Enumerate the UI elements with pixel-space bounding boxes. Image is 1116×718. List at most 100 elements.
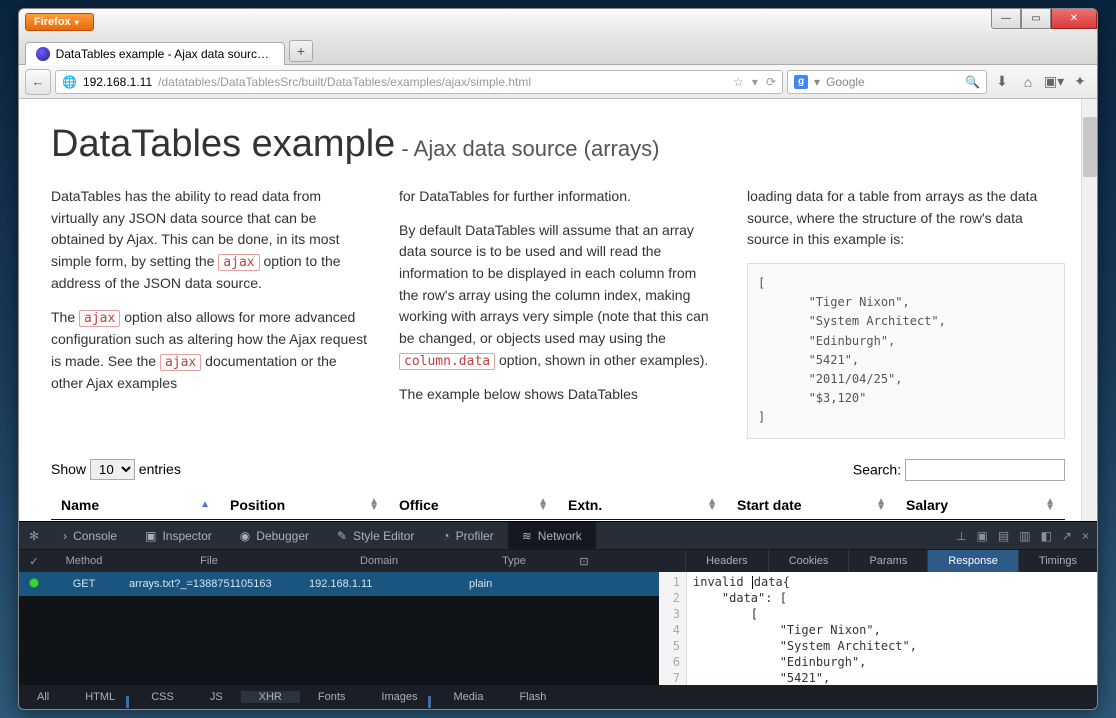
minimize-button[interactable]: — [991,9,1021,29]
code-column-data: column.data [399,353,495,370]
page-content: DataTables example - Ajax data source (a… [19,99,1097,521]
th-extn[interactable]: Extn.▲▼ [558,497,727,513]
devtools-icon[interactable]: ▤ [998,529,1009,543]
search-submit-icon[interactable]: 🔍 [965,75,980,89]
col-domain[interactable]: Domain [299,555,459,567]
col-file[interactable]: File [119,555,299,567]
devtools-popout-icon[interactable]: ↗ [1062,529,1072,543]
filter-fonts[interactable]: Fonts [300,691,364,703]
page-scrollbar[interactable] [1081,99,1097,521]
url-path: /datatables/DataTablesSrc/built/DataTabl… [158,75,531,89]
length-select[interactable]: 10 [90,459,135,480]
length-control: Show 10 entries [51,459,181,480]
table-header: Name▲ Position▲▼ Office▲▼ Extn.▲▼ Start … [51,491,1065,520]
devtools-tab-profiler[interactable]: ◔Profiler [428,522,507,550]
detail-tab-cookies[interactable]: Cookies [768,550,849,572]
reload-icon[interactable]: ⟳ [766,75,776,89]
addon-icon[interactable]: ✦ [1069,71,1091,93]
tab-favicon-icon [36,47,50,61]
devtools-close-icon[interactable]: × [1082,529,1089,543]
request-method: GET [49,578,119,590]
maximize-button[interactable]: ▭ [1021,9,1051,29]
console-icon: › [63,529,67,543]
window-controls: — ▭ ✕ [991,9,1097,29]
filter-xhr[interactable]: XHR [241,691,300,703]
browser-window: Firefox — ▭ ✕ DataTables example - Ajax … [18,8,1098,710]
th-position[interactable]: Position▲▼ [220,497,389,513]
code-ajax: ajax [79,310,120,327]
code-ajax: ajax [160,354,201,371]
detail-tab-params[interactable]: Params [848,550,927,572]
new-tab-button[interactable]: + [289,40,313,62]
dropdown-icon[interactable]: ▾ [752,75,758,89]
window-titlebar: Firefox — ▭ ✕ [19,9,1097,35]
firefox-menu-button[interactable]: Firefox [25,13,94,31]
text-column-1: DataTables has the ability to read data … [51,186,369,439]
devtools-icon[interactable]: ▣ [977,529,988,543]
filter-html[interactable]: HTML [67,691,133,703]
filter-media[interactable]: Media [435,691,501,703]
browser-tab[interactable]: DataTables example - Ajax data source (.… [25,42,285,65]
filter-js[interactable]: JS [192,691,241,703]
devtools-tab-console[interactable]: ›Console [49,522,131,550]
tab-title: DataTables example - Ajax data source (.… [56,47,274,61]
style-icon: ✎ [337,529,347,543]
line-gutter: 1234567 [659,572,687,685]
datatable-search-input[interactable] [905,459,1065,481]
downloads-icon[interactable]: ⬇ [991,71,1013,93]
globe-icon: 🌐 [62,75,77,89]
page-heading: DataTables example - Ajax data source (a… [51,123,1065,166]
devtools-icon[interactable]: ▥ [1019,529,1030,543]
col-method[interactable]: Method [49,555,119,567]
network-filter-bar: All HTML CSS JS XHR Fonts Images Media F… [19,685,1097,709]
devtools-dock-icon[interactable]: ◧ [1041,529,1052,543]
filter-flash[interactable]: Flash [501,691,564,703]
google-icon: g [794,75,808,89]
tab-bar: DataTables example - Ajax data source (.… [19,35,1097,65]
text-column-3: loading data for a table from arrays as … [747,186,1065,439]
devtools-icon[interactable]: ⊥ [956,529,966,543]
devtools-tab-debugger[interactable]: ◉Debugger [226,522,323,550]
detail-tab-response[interactable]: Response [927,550,1018,572]
response-code[interactable]: invalid data{ "data": [ [ "Tiger Nixon",… [687,572,923,685]
th-name[interactable]: Name▲ [51,497,220,513]
url-input[interactable]: 🌐 192.168.1.11/datatables/DataTablesSrc/… [55,70,783,94]
browser-search-input[interactable]: g▾ Google 🔍 [787,70,987,94]
bookmark-icon[interactable]: ☆ [733,75,744,89]
th-startdate[interactable]: Start date▲▼ [727,497,896,513]
filter-css[interactable]: CSS [133,691,192,703]
th-office[interactable]: Office▲▼ [389,497,558,513]
back-button[interactable]: ← [25,69,51,95]
detail-tab-timings[interactable]: Timings [1018,550,1097,572]
network-request-row[interactable]: GET arrays.txt?_=1388751105163 192.168.1… [19,572,659,596]
network-request-list: GET arrays.txt?_=1388751105163 192.168.1… [19,572,659,685]
request-file: arrays.txt?_=1388751105163 [119,578,299,590]
col-status[interactable]: ✓ [19,555,49,568]
code-ajax: ajax [218,254,259,271]
status-ok-icon [29,578,39,588]
devtools-tab-style[interactable]: ✎Style Editor [323,522,428,550]
filter-all[interactable]: All [19,691,67,703]
network-icon: ≋ [522,529,532,543]
devtools-panel: ✻ ›Console ▣Inspector ◉Debugger ✎Style E… [19,521,1097,709]
response-viewer: 1234567 invalid data{ "data": [ [ "Tiger… [659,572,1097,685]
inspector-icon: ▣ [145,529,156,543]
network-columns-header: ✓ Method File Domain Type ⊡ Headers Cook… [19,550,1097,572]
profiler-icon: ◔ [442,529,449,543]
filter-images[interactable]: Images [363,691,435,703]
home-icon[interactable]: ⌂ [1017,71,1039,93]
text-column-2: for DataTables for further information. … [399,186,717,439]
th-salary[interactable]: Salary▲▼ [896,497,1065,513]
bookmarks-menu-icon[interactable]: ▣▾ [1043,71,1065,93]
close-button[interactable]: ✕ [1051,9,1097,29]
col-toggle-icon[interactable]: ⊡ [569,555,599,568]
request-type: plain [459,578,569,590]
devtools-toolbar: ✻ ›Console ▣Inspector ◉Debugger ✎Style E… [19,522,1097,550]
devtools-tab-inspector[interactable]: ▣Inspector [131,522,226,550]
col-type[interactable]: Type [459,555,569,567]
devtools-options-icon[interactable]: ✻ [19,529,49,543]
search-placeholder: Google [826,75,865,89]
detail-tab-headers[interactable]: Headers [685,550,768,572]
debugger-icon: ◉ [240,529,250,543]
devtools-tab-network[interactable]: ≋Network [508,522,596,550]
